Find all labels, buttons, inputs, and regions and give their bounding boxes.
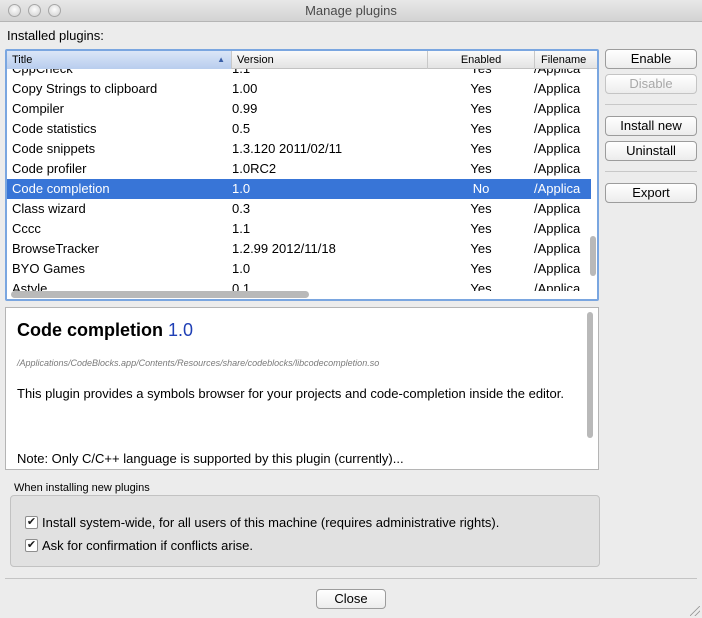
cell-enabled: Yes (470, 121, 492, 136)
close-button[interactable]: Close (316, 589, 386, 609)
table-row[interactable]: BrowseTracker 1.2.99 2012/11/18 Yes/Applic… (7, 239, 591, 259)
description-scrollbar[interactable] (587, 312, 593, 438)
cell-enabled: Yes (470, 81, 492, 96)
cell-enabled: Yes (470, 241, 492, 256)
table-body: CppCheck1.1Yes/ApplicaCopy Strings to cl… (7, 69, 591, 291)
cell-enabled: Yes (470, 161, 492, 176)
checkmark-icon[interactable]: ✔ (25, 516, 38, 529)
cell-title: BYO Games (12, 261, 85, 276)
cell-enabled: Yes (470, 101, 492, 116)
cell-version: 1.0RC2 (232, 161, 277, 176)
export-button[interactable]: Export (605, 183, 697, 203)
cell-filename: /Applica (534, 101, 581, 116)
plugin-description-text: This plugin provides a symbols browser f… (17, 386, 564, 401)
cell-title: BrowseTracker (12, 241, 99, 256)
plugin-note: Note: Only C/C++ language is supported b… (17, 451, 404, 466)
plugin-path: /Applications/CodeBlocks.app/Contents/Re… (17, 358, 380, 368)
cell-filename: /Applica (534, 81, 581, 96)
title-bar: Manage plugins (0, 0, 702, 22)
cell-version: 0.5 (232, 121, 251, 136)
minimize-window-icon[interactable] (28, 4, 41, 17)
plugin-description-panel: Code completion 1.0 /Applications/CodeBl… (5, 307, 599, 470)
close-window-icon[interactable] (8, 4, 21, 17)
cell-version: 1.2.99 2012/11/18 (232, 241, 336, 256)
cell-title: Code snippets (12, 141, 96, 156)
table-row[interactable]: Astyle 0.1 Yes/Applica (7, 279, 591, 291)
table-row[interactable]: Code profiler 1.0RC2 Yes/Applica (7, 159, 591, 179)
cell-version: 1.0 (232, 181, 251, 196)
cell-filename: /Applica (534, 69, 591, 79)
cell-filename: /Applica (534, 221, 581, 236)
plugins-table[interactable]: Title ▲ Version Enabled Filename CppChec… (5, 49, 599, 301)
plugin-version: 1.0 (168, 320, 194, 340)
cell-title: Code profiler (12, 161, 87, 176)
cell-enabled: Yes (470, 261, 492, 276)
bottom-divider (5, 578, 697, 579)
cell-title: Astyle (12, 281, 48, 291)
column-header-enabled[interactable]: Enabled (428, 51, 535, 69)
cell-title: Class wizard (12, 201, 86, 216)
cell-filename: /Applica (534, 281, 581, 291)
install-options-label: When installing new plugins (14, 482, 150, 494)
cell-title: Code completion (12, 181, 110, 196)
table-row[interactable]: BYO Games 1.0 Yes/Applica (7, 259, 591, 279)
cell-filename: /Applica (534, 161, 581, 176)
cell-filename: /Applica (534, 261, 581, 276)
cell-filename: /Applica (534, 141, 581, 156)
table-row[interactable]: Copy Strings to clipboard 1.00 Yes/Applica (7, 79, 591, 99)
plugin-name-heading: Code completion 1.0 (17, 320, 194, 340)
cell-version: 1.0 (232, 261, 251, 276)
table-row[interactable]: Class wizard 0.3 Yes/Applica (7, 199, 591, 219)
table-row[interactable]: Code snippets 1.3.120 2011/02/11 Yes/Appli… (7, 139, 591, 159)
disable-button[interactable]: Disable (605, 74, 697, 94)
cell-version: 1.1 (232, 69, 427, 79)
cell-version: 1.3.120 2011/02/11 (232, 141, 343, 156)
cell-enabled: Yes (470, 141, 492, 156)
button-divider (605, 104, 697, 105)
cell-enabled: No (472, 181, 490, 196)
cell-enabled: Yes (470, 201, 492, 216)
table-row[interactable]: CppCheck 1.1Yes/Applica (7, 69, 591, 79)
table-row[interactable]: Code completion 1.0 No/Applica (7, 179, 591, 199)
sort-ascending-icon: ▲ (217, 55, 225, 64)
column-header-title[interactable]: Title ▲ (7, 51, 232, 69)
cell-version: 0.3 (232, 201, 251, 216)
resize-grip-icon[interactable] (690, 606, 700, 616)
checkmark-icon[interactable]: ✔ (25, 539, 38, 552)
cell-filename: /Applica (534, 181, 581, 196)
zoom-window-icon[interactable] (48, 4, 61, 17)
cell-title: Compiler (12, 101, 65, 116)
table-row[interactable]: Cccc 1.1 Yes/Applica (7, 219, 591, 239)
table-row[interactable]: Code statistics 0.5 Yes/Applica (7, 119, 591, 139)
cell-enabled: Yes (427, 69, 535, 79)
cell-enabled: Yes (470, 221, 492, 236)
cell-filename: /Applica (534, 201, 581, 216)
button-divider (605, 171, 697, 172)
table-row[interactable]: Compiler 0.99 Yes/Applica (7, 99, 591, 119)
column-header-version[interactable]: Version (232, 51, 428, 69)
cell-version: 1.00 (232, 81, 258, 96)
manage-plugins-window: Manage plugins Installed plugins: Title … (0, 0, 702, 618)
install-new-button[interactable]: Install new (605, 116, 697, 136)
cell-version: 0.1 (232, 281, 251, 291)
cell-title: CppCheck (12, 69, 227, 79)
enable-button[interactable]: Enable (605, 49, 697, 69)
cell-title: Copy Strings to clipboard (12, 81, 158, 96)
uninstall-button[interactable]: Uninstall (605, 141, 697, 161)
vertical-scrollbar[interactable] (590, 236, 596, 276)
cell-version: 0.99 (232, 101, 258, 116)
window-title: Manage plugins (305, 3, 397, 18)
install-options-group: ✔ Install system-wide, for all users of … (10, 495, 600, 567)
cell-filename: /Applica (534, 121, 581, 136)
cell-title: Cccc (12, 221, 41, 236)
cell-title: Code statistics (12, 121, 97, 136)
installed-plugins-label: Installed plugins: (7, 28, 104, 43)
horizontal-scrollbar[interactable] (11, 291, 309, 298)
column-header-filename[interactable]: Filename (535, 51, 597, 69)
table-header: Title ▲ Version Enabled Filename (7, 51, 597, 69)
cell-version: 1.1 (232, 221, 251, 236)
cell-filename: /Applica (534, 241, 581, 256)
cell-enabled: Yes (470, 281, 492, 291)
